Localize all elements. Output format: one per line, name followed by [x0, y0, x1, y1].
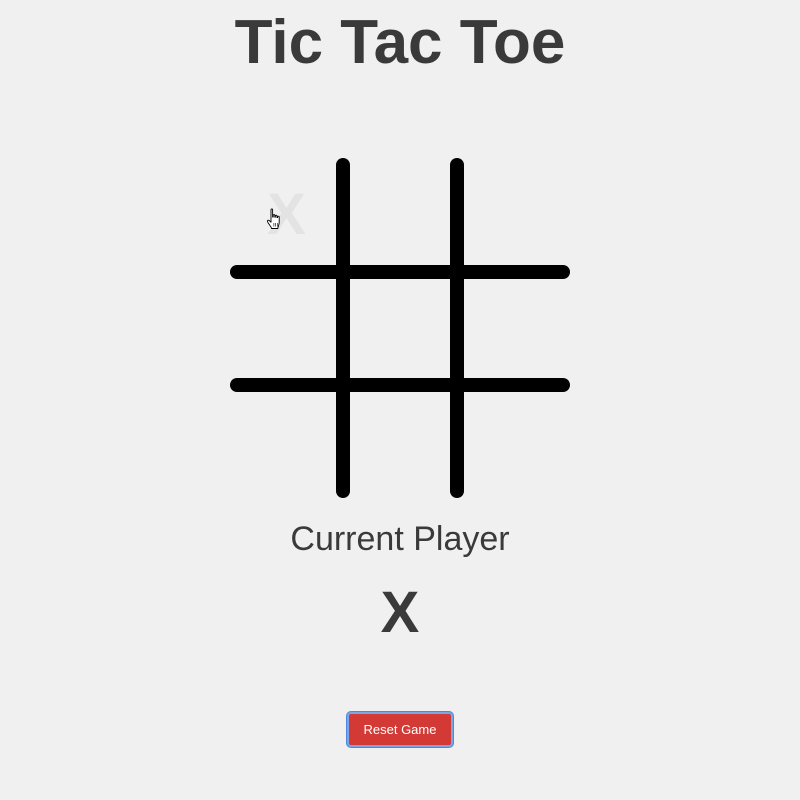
board-cell-1[interactable]: X: [230, 158, 343, 271]
hand-pointer-icon: [267, 208, 280, 229]
board-cell-6[interactable]: [457, 271, 570, 384]
current-player-label: Current Player: [290, 520, 510, 558]
board-cell-7[interactable]: [230, 385, 343, 498]
current-player-value: X: [380, 580, 420, 645]
page-title: Tic Tac Toe: [234, 8, 566, 77]
reset-game-button[interactable]: Reset Game: [347, 712, 453, 747]
board-cell-2[interactable]: [343, 158, 456, 271]
board-cell-4[interactable]: [230, 271, 343, 384]
board-cell-8[interactable]: [343, 385, 456, 498]
board-cell-9[interactable]: [457, 385, 570, 498]
board-cell-3[interactable]: [457, 158, 570, 271]
board-cell-5[interactable]: [343, 271, 456, 384]
